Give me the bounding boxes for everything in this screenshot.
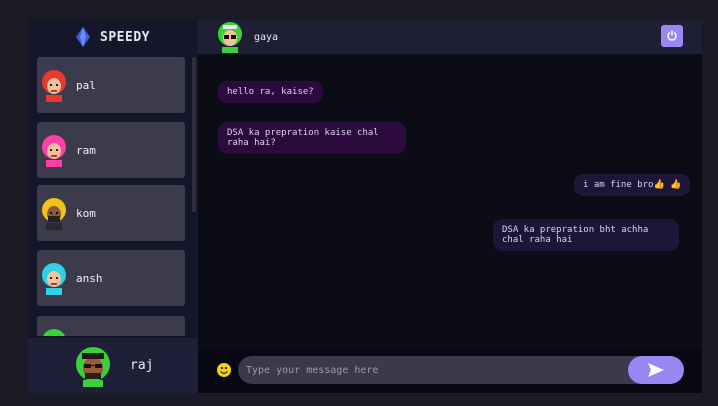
message-sent: i am fine bro👍 👍: [574, 174, 691, 196]
contact-item-pal[interactable]: pal: [37, 57, 185, 113]
contact-name: kom: [76, 206, 96, 220]
logout-icon: [667, 30, 677, 41]
message-sent: DSA ka prepration bht achha chal raha ha…: [493, 219, 679, 251]
chat-header: gaya: [198, 20, 702, 54]
avatar: [42, 70, 66, 102]
contact-item-ansh[interactable]: ansh: [37, 250, 185, 306]
contact-item-kom[interactable]: kom: [37, 185, 185, 241]
current-user-name: raj: [130, 358, 154, 373]
contact-list[interactable]: pal ram kom ansh: [28, 54, 198, 336]
avatar: [42, 263, 66, 295]
brand: SPEEDY: [28, 20, 198, 54]
message-received: DSA ka prepration kaise chal raha hai?: [218, 122, 406, 154]
message-input-container: [238, 356, 684, 384]
brand-name: SPEEDY: [100, 29, 150, 45]
message-input-bar: [198, 350, 702, 393]
diamond-logo-icon: [76, 27, 91, 47]
logout-button[interactable]: [661, 25, 683, 47]
avatar: [76, 346, 110, 387]
message-received: hello ra, kaise?: [218, 81, 323, 103]
send-icon: [648, 363, 664, 377]
emoji-icon[interactable]: [215, 361, 233, 379]
contacts-sidebar: SPEEDY pal ram kom ansh raj: [28, 20, 198, 393]
avatar: [42, 198, 66, 230]
contact-name: pal: [76, 78, 96, 92]
chat-contact-name: gaya: [254, 31, 279, 43]
avatar: [218, 22, 242, 53]
contact-list-scrollbar[interactable]: [192, 57, 196, 212]
contact-item-5[interactable]: [37, 316, 185, 336]
contact-item-ram[interactable]: ram: [37, 122, 185, 178]
contact-name: ansh: [76, 271, 103, 285]
current-user-panel: raj: [28, 338, 198, 393]
avatar: [43, 329, 65, 336]
send-button[interactable]: [628, 356, 684, 384]
message-input[interactable]: [246, 356, 616, 384]
chat-panel: gaya hello ra, kaise? DSA ka prepration …: [198, 20, 702, 393]
contact-name: ram: [76, 143, 96, 157]
avatar: [42, 135, 66, 167]
